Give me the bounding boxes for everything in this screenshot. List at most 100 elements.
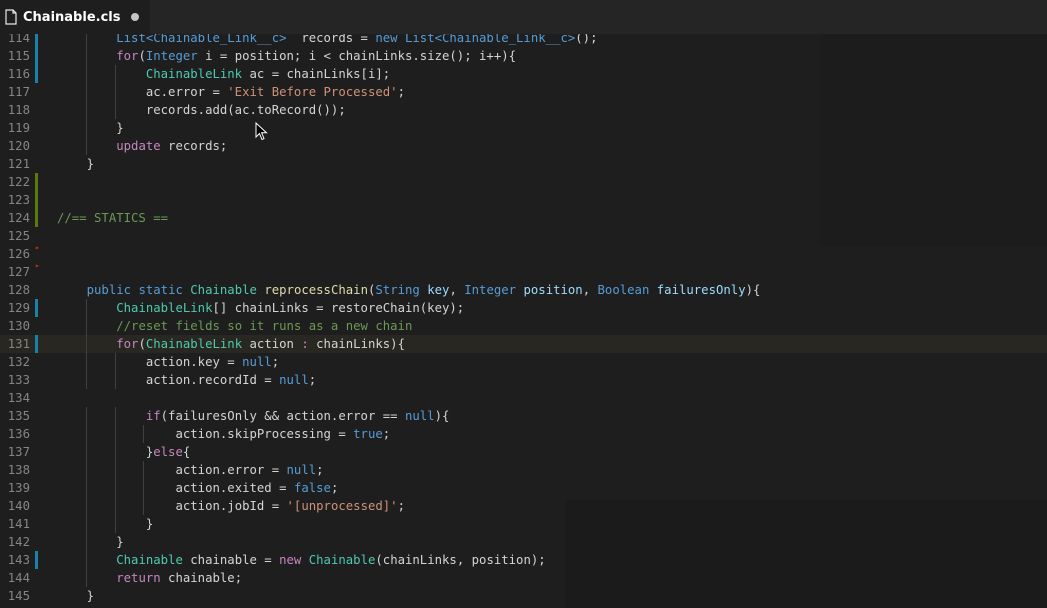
code-token: position xyxy=(523,283,583,297)
code-line[interactable]: 120 update records; xyxy=(0,137,1047,155)
code-line[interactable]: 142 } xyxy=(0,533,1047,551)
code-token: Integer xyxy=(145,49,198,63)
line-number: 114 xyxy=(7,34,30,45)
indent-guide xyxy=(85,335,87,353)
code-text: }else{ xyxy=(57,443,190,461)
line-number: 119 xyxy=(7,121,30,135)
code-text: } xyxy=(57,533,123,551)
code-line[interactable]: 131 for(ChainableLink action : chainLink… xyxy=(0,335,1047,353)
code-token: '[unprocessed]' xyxy=(286,499,398,513)
line-number: 123 xyxy=(7,193,30,207)
code-token: true xyxy=(353,427,383,441)
code-token: null xyxy=(286,463,317,477)
code-token: action.recordId = xyxy=(145,373,280,387)
code-token: new xyxy=(279,553,302,567)
code-line[interactable]: 135 if(failuresOnly && action.error == n… xyxy=(0,407,1047,425)
line-number: 127 xyxy=(7,265,30,279)
code-line[interactable]: 119 } xyxy=(0,119,1047,137)
code-token: static xyxy=(131,283,183,297)
code-line[interactable]: 116 ChainableLink ac = chainLinks[i]; xyxy=(0,65,1047,83)
code-token: null xyxy=(279,373,309,387)
code-text: ChainableLink[] chainLinks = restoreChai… xyxy=(57,299,464,317)
line-number: 124 xyxy=(7,211,30,225)
added-line-marker[interactable] xyxy=(35,191,38,209)
code-line[interactable]: 144 return chainable; xyxy=(0,569,1047,587)
code-token: //reset fields so it runs as a new chain xyxy=(116,319,413,333)
code-text: } xyxy=(57,119,123,137)
code-token: null xyxy=(404,409,435,423)
code-line[interactable]: 143 Chainable chainable = new Chainable(… xyxy=(0,551,1047,569)
deleted-line-marker-icon[interactable]: ▸ xyxy=(35,257,40,275)
code-line[interactable]: 128 public static Chainable reprocessCha… xyxy=(0,281,1047,299)
code-line[interactable]: 115 for(Integer i = position; i < chainL… xyxy=(0,47,1047,65)
code-line[interactable]: 130 //reset fields so it runs as a new c… xyxy=(0,317,1047,335)
line-number: 137 xyxy=(7,445,30,459)
code-line[interactable]: 122 xyxy=(0,173,1047,191)
code-line[interactable]: 137 }else{ xyxy=(0,443,1047,461)
code-token: { xyxy=(182,445,191,459)
tab-chainable-cls[interactable]: Chainable.cls xyxy=(0,0,150,34)
code-token: Integer xyxy=(464,283,517,297)
code-line[interactable]: 117 ac.error = 'Exit Before Processed'; xyxy=(0,83,1047,101)
code-line[interactable]: 145 } xyxy=(0,587,1047,605)
code-token: , xyxy=(582,283,598,297)
code-token: chainLinks){ xyxy=(308,337,405,351)
code-line[interactable]: 136 action.skipProcessing = true; xyxy=(0,425,1047,443)
indent-guide xyxy=(85,34,87,47)
code-token: 'Exit Before Processed' xyxy=(227,85,398,99)
code-token: reprocessChain xyxy=(264,283,368,297)
line-number: 142 xyxy=(7,535,30,549)
code-line[interactable]: 132 action.key = null; xyxy=(0,353,1047,371)
modified-line-marker[interactable] xyxy=(35,551,38,569)
code-line[interactable]: 126 ▸ xyxy=(0,243,1047,263)
code-token: ; xyxy=(330,481,339,495)
code-text: update records; xyxy=(57,137,227,155)
code-token: null xyxy=(242,355,272,369)
modified-line-marker[interactable] xyxy=(35,65,38,83)
modified-line-marker[interactable] xyxy=(35,34,38,47)
code-token: chainable; xyxy=(160,571,243,585)
mouse-pointer-icon xyxy=(255,121,269,146)
code-editor[interactable]: 114 List<Chainable_Link__c> records = ne… xyxy=(0,34,1047,608)
code-line[interactable]: 121 } xyxy=(0,155,1047,173)
code-token: Chainable xyxy=(116,553,183,567)
indent-guide xyxy=(85,299,87,317)
code-token: ChainableLink xyxy=(145,67,243,81)
indent-guide xyxy=(85,569,87,587)
modified-line-marker[interactable] xyxy=(35,47,38,65)
code-line[interactable]: 123 xyxy=(0,191,1047,209)
code-line[interactable]: 134 xyxy=(0,389,1047,407)
code-token: key xyxy=(427,283,450,297)
code-token: String xyxy=(375,283,420,297)
code-token: action.error = xyxy=(175,463,287,477)
code-line[interactable]: 118 records.add(ac.toRecord()); xyxy=(0,101,1047,119)
code-token: action.skipProcessing = xyxy=(175,427,354,441)
indent-guide xyxy=(114,353,116,371)
code-token: ( xyxy=(138,49,146,63)
modified-line-marker[interactable] xyxy=(35,335,38,353)
unsaved-dot-icon[interactable] xyxy=(131,13,140,21)
code-text: records.add(ac.toRecord()); xyxy=(57,101,346,119)
code-line[interactable]: 141 } xyxy=(0,515,1047,533)
added-line-marker[interactable] xyxy=(35,209,38,227)
code-token: public xyxy=(86,283,132,297)
code-line[interactable]: 125 xyxy=(0,227,1047,245)
code-line[interactable]: 114 List<Chainable_Link__c> records = ne… xyxy=(0,34,1047,47)
added-line-marker[interactable] xyxy=(35,173,38,191)
code-text: ChainableLink ac = chainLinks[i]; xyxy=(57,65,390,83)
modified-line-marker[interactable] xyxy=(35,299,38,317)
code-token: update xyxy=(116,139,161,153)
code-line[interactable]: 133 action.recordId = null; xyxy=(0,371,1047,389)
code-text: Chainable chainable = new Chainable(chai… xyxy=(57,551,545,569)
line-number: 120 xyxy=(7,139,30,153)
code-line[interactable]: 139 action.exited = false; xyxy=(0,479,1047,497)
code-line[interactable]: 140 action.jobId = '[unprocessed]'; xyxy=(0,497,1047,515)
code-line[interactable]: 127 ▸ xyxy=(0,261,1047,281)
line-number: 122 xyxy=(7,175,30,189)
deleted-line-marker-icon[interactable]: ▸ xyxy=(35,239,40,257)
code-line[interactable]: 124 //== STATICS == xyxy=(0,209,1047,227)
code-token: ; xyxy=(382,427,391,441)
code-line[interactable]: 129 ChainableLink[] chainLinks = restore… xyxy=(0,299,1047,317)
code-line[interactable]: 138 action.error = null; xyxy=(0,461,1047,479)
line-number: 118 xyxy=(7,103,30,117)
